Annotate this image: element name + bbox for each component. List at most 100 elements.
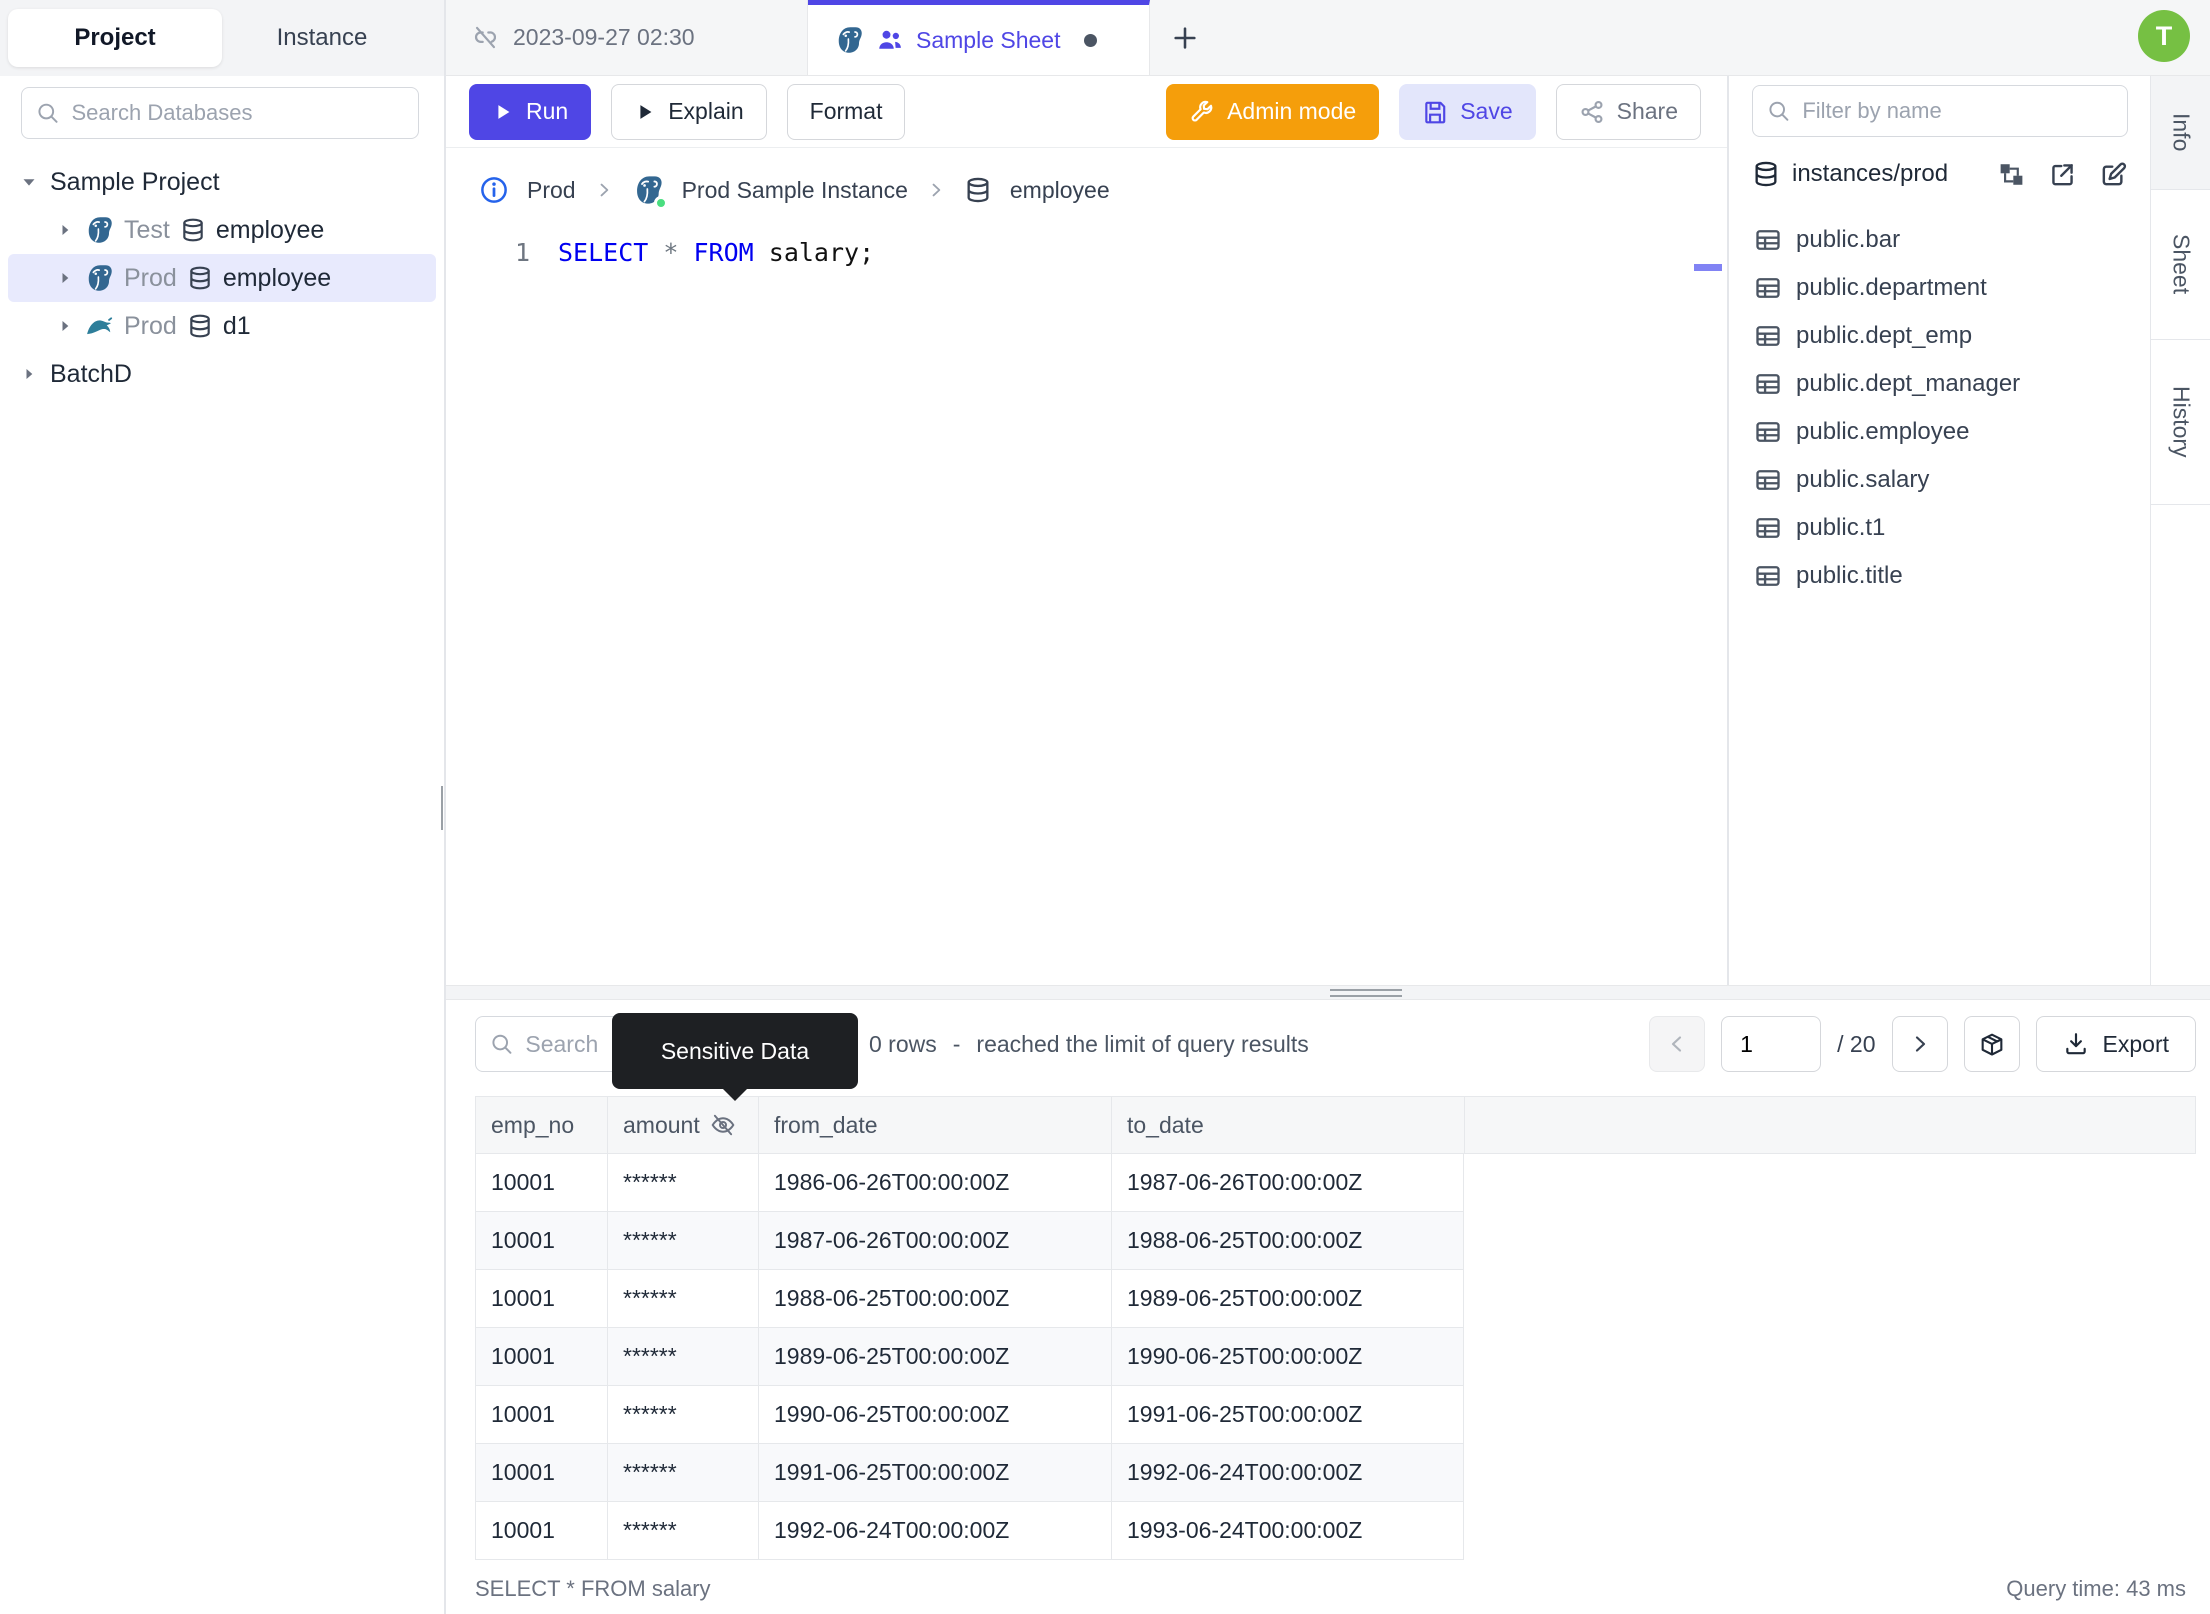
tree-item-batchd[interactable]: BatchD: [0, 350, 444, 398]
column-header-emp-no[interactable]: emp_no: [475, 1096, 607, 1154]
cell-from-date[interactable]: 1992-06-24T00:00:00Z: [758, 1502, 1111, 1560]
cell-emp-no[interactable]: 10001: [475, 1502, 607, 1560]
results-resize-divider[interactable]: [446, 985, 2210, 1000]
tree-item-sample-project[interactable]: Sample Project: [0, 158, 444, 206]
next-page-button[interactable]: [1891, 1016, 1948, 1072]
cell-from-date[interactable]: 1986-06-26T00:00:00Z: [758, 1154, 1111, 1212]
page-number-input[interactable]: [1721, 1016, 1822, 1072]
table-item[interactable]: public.t1: [1730, 504, 2148, 552]
admin-mode-button[interactable]: Admin mode: [1166, 83, 1380, 140]
cell-emp-no[interactable]: 10001: [475, 1212, 607, 1270]
table-row[interactable]: 10001 ****** 1988-06-25T00:00:00Z 1989-0…: [475, 1270, 2196, 1328]
caret-down-icon[interactable]: [16, 171, 42, 193]
tab-timestamp-sheet[interactable]: 2023-09-27 02:30: [446, 0, 808, 75]
breadcrumb-database[interactable]: employee: [1010, 177, 1110, 204]
caret-right-icon[interactable]: [16, 364, 42, 384]
left-sidebar: Project Instance Sample Project Test emp…: [0, 0, 444, 1614]
table-icon: [1754, 514, 1782, 542]
tab-sheet-label: Sheet: [2168, 234, 2195, 295]
table-row[interactable]: 10001 ****** 1987-06-26T00:00:00Z 1988-0…: [475, 1212, 2196, 1270]
cell-emp-no[interactable]: 10001: [475, 1328, 607, 1386]
table-icon: [1754, 226, 1782, 254]
sql-text: SELECT * FROM salary;: [530, 238, 874, 267]
caret-right-icon[interactable]: [52, 268, 78, 288]
column-header-amount[interactable]: amount: [607, 1096, 758, 1154]
cell-amount-masked[interactable]: ******: [607, 1444, 758, 1502]
tab-timestamp-label: 2023-09-27 02:30: [513, 24, 695, 50]
table-item[interactable]: public.department: [1730, 264, 2148, 312]
table-row[interactable]: 10001 ****** 1989-06-25T00:00:00Z 1990-0…: [475, 1328, 2196, 1386]
tab-info[interactable]: Info: [2151, 76, 2210, 190]
cell-amount-masked[interactable]: ******: [607, 1386, 758, 1444]
tab-sheet[interactable]: Sheet: [2151, 190, 2210, 340]
save-icon: [1422, 99, 1448, 125]
panel-resize-divider[interactable]: [1727, 76, 1729, 985]
tab-sample-sheet[interactable]: Sample Sheet: [808, 0, 1150, 75]
save-button[interactable]: Save: [1399, 83, 1536, 140]
table-row[interactable]: 10001 ****** 1990-06-25T00:00:00Z 1991-0…: [475, 1386, 2196, 1444]
tree-item-prod-d1[interactable]: Prod d1: [0, 302, 444, 350]
new-tab-button[interactable]: [1150, 0, 1220, 75]
eye-off-icon[interactable]: [710, 1112, 736, 1138]
cell-emp-no[interactable]: 10001: [475, 1270, 607, 1328]
table-item[interactable]: public.bar: [1730, 216, 2148, 264]
cell-amount-masked[interactable]: ******: [607, 1270, 758, 1328]
table-item[interactable]: public.dept_emp: [1730, 312, 2148, 360]
caret-right-icon[interactable]: [52, 220, 78, 240]
cell-from-date[interactable]: 1990-06-25T00:00:00Z: [758, 1386, 1111, 1444]
cell-from-date[interactable]: 1987-06-26T00:00:00Z: [758, 1212, 1111, 1270]
cell-from-date[interactable]: 1989-06-25T00:00:00Z: [758, 1328, 1111, 1386]
table-row[interactable]: 10001 ****** 1986-06-26T00:00:00Z 1987-0…: [475, 1154, 2196, 1212]
tab-instance[interactable]: Instance: [222, 9, 422, 67]
cell-to-date[interactable]: 1988-06-25T00:00:00Z: [1111, 1212, 1464, 1270]
column-header-from-date[interactable]: from_date: [758, 1096, 1111, 1154]
format-button[interactable]: Format: [786, 83, 906, 140]
cell-emp-no[interactable]: 10001: [475, 1386, 607, 1444]
tab-history[interactable]: History: [2151, 340, 2210, 505]
avatar[interactable]: T: [2138, 10, 2190, 62]
table-row[interactable]: 10001 ****** 1991-06-25T00:00:00Z 1992-0…: [475, 1444, 2196, 1502]
cell-emp-no[interactable]: 10001: [475, 1444, 607, 1502]
cell-amount-masked[interactable]: ******: [607, 1212, 758, 1270]
table-item[interactable]: public.title: [1730, 552, 2148, 600]
column-header-to-date[interactable]: to_date: [1111, 1096, 1464, 1154]
schema-diagram-button[interactable]: [1997, 160, 2026, 189]
sql-editor[interactable]: 1 SELECT * FROM salary;: [446, 232, 1727, 985]
tree-item-prod-employee[interactable]: Prod employee: [8, 254, 436, 302]
explain-button[interactable]: Explain: [611, 83, 767, 140]
cell-to-date[interactable]: 1991-06-25T00:00:00Z: [1111, 1386, 1464, 1444]
table-item[interactable]: public.dept_manager: [1730, 360, 2148, 408]
cell-to-date[interactable]: 1990-06-25T00:00:00Z: [1111, 1328, 1464, 1386]
run-button[interactable]: Run: [469, 83, 592, 140]
prev-page-button[interactable]: [1649, 1016, 1706, 1072]
cell-to-date[interactable]: 1987-06-26T00:00:00Z: [1111, 1154, 1464, 1212]
table-filter-input[interactable]: [1802, 98, 2113, 124]
database-search-input[interactable]: [71, 100, 404, 126]
instance-online-dot: [653, 196, 668, 210]
open-external-button[interactable]: [2048, 160, 2077, 189]
cell-from-date[interactable]: 1988-06-25T00:00:00Z: [758, 1270, 1111, 1328]
tab-project[interactable]: Project: [8, 9, 222, 67]
table-row[interactable]: 10001 ****** 1992-06-24T00:00:00Z 1993-0…: [475, 1502, 2196, 1560]
table-item[interactable]: public.salary: [1730, 456, 2148, 504]
cell-to-date[interactable]: 1989-06-25T00:00:00Z: [1111, 1270, 1464, 1328]
cell-emp-no[interactable]: 10001: [475, 1154, 607, 1212]
cell-from-date[interactable]: 1991-06-25T00:00:00Z: [758, 1444, 1111, 1502]
batch-export-button[interactable]: [1963, 1016, 2020, 1072]
breadcrumb-environment[interactable]: Prod: [527, 177, 576, 204]
table-name: public.bar: [1796, 226, 1901, 253]
caret-right-icon[interactable]: [52, 316, 78, 336]
breadcrumb-instance[interactable]: Prod Sample Instance: [682, 177, 908, 204]
cell-amount-masked[interactable]: ******: [607, 1328, 758, 1386]
database-label: d1: [222, 311, 251, 340]
export-button[interactable]: Export: [2035, 1016, 2196, 1072]
cell-to-date[interactable]: 1993-06-24T00:00:00Z: [1111, 1502, 1464, 1560]
cell-amount-masked[interactable]: ******: [607, 1154, 758, 1212]
info-icon[interactable]: [479, 175, 509, 205]
tree-item-test-employee[interactable]: Test employee: [0, 206, 444, 254]
cell-to-date[interactable]: 1992-06-24T00:00:00Z: [1111, 1444, 1464, 1502]
share-button[interactable]: Share: [1555, 83, 1701, 140]
edit-schema-button[interactable]: [2099, 160, 2128, 189]
cell-amount-masked[interactable]: ******: [607, 1502, 758, 1560]
table-item[interactable]: public.employee: [1730, 408, 2148, 456]
